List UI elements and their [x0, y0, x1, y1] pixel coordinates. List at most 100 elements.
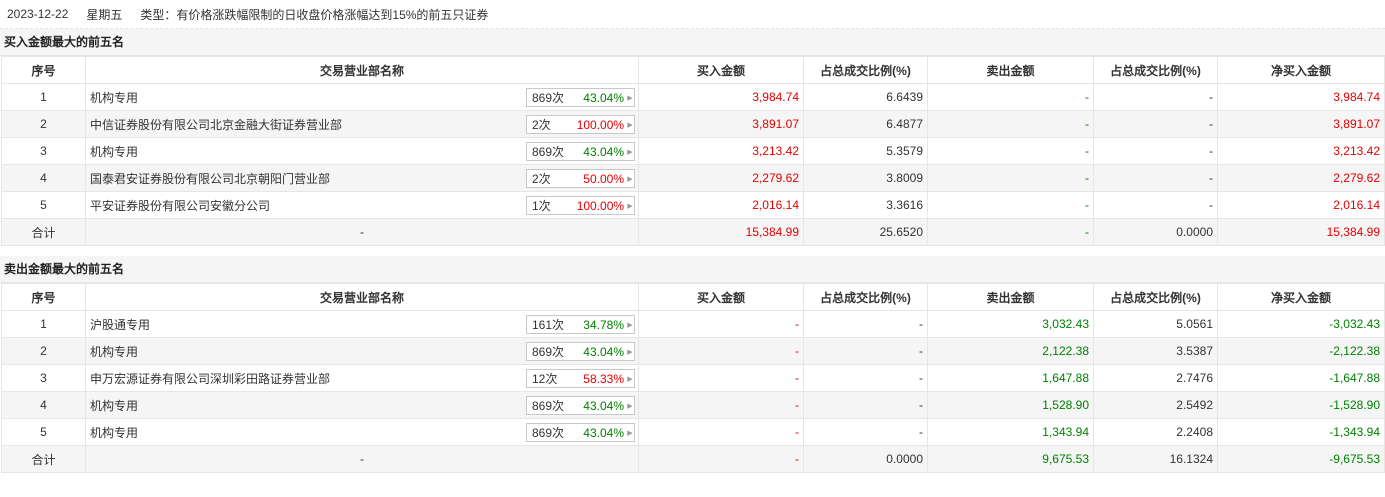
- broker-stats-badge[interactable]: 2次 100.00% ▶: [526, 115, 635, 134]
- listing-count: 1次: [532, 199, 551, 213]
- sell-amount: -: [927, 110, 1094, 138]
- broker-name-cell: 机构专用 869次 43.04% ▶: [85, 137, 639, 165]
- total-sell-amount: 9,675.53: [927, 445, 1094, 473]
- net-buy-amount: -1,647.88: [1217, 364, 1385, 392]
- net-buy-amount: -1,343.94: [1217, 418, 1385, 446]
- caret-right-icon: ▶: [627, 429, 633, 437]
- buy-amount: -: [638, 310, 804, 338]
- buy-amount: 2,279.62: [638, 164, 804, 192]
- broker-stats-badge[interactable]: 869次 43.04% ▶: [526, 342, 635, 361]
- buy-amount: 3,984.74: [638, 83, 804, 111]
- broker-stats-badge[interactable]: 161次 34.78% ▶: [526, 315, 635, 334]
- table-row: 3 机构专用 869次 43.04% ▶ 3,213.42 5.3579- -3,213.42: [1, 137, 1385, 165]
- net-buy-amount: 2,016.14: [1217, 191, 1385, 219]
- sell-amount: 3,032.43: [927, 310, 1094, 338]
- sell-ratio: -: [1093, 137, 1218, 165]
- success-rate: 43.04%: [583, 90, 624, 105]
- listing-count: 12次: [532, 372, 558, 386]
- caret-right-icon: ▶: [627, 348, 633, 356]
- total-row: 合计 - -0.0000 9,675.53 16.1324 -9,675.53: [1, 445, 1385, 473]
- broker-name-link[interactable]: 平安证券股份有限公司安徽分公司: [90, 199, 270, 213]
- buy-amount: 3,213.42: [638, 137, 804, 165]
- broker-stats-badge[interactable]: 12次 58.33% ▶: [526, 369, 635, 388]
- buy-table-header: 序号 交易营业部名称 买入金额 占总成交比例(%) 卖出金额 占总成交比例(%)…: [1, 56, 1385, 84]
- total-net-buy: -9,675.53: [1217, 445, 1385, 473]
- buy-amount: 2,016.14: [638, 191, 804, 219]
- broker-name-link[interactable]: 沪股通专用: [90, 318, 150, 332]
- row-index: 5: [1, 418, 86, 446]
- success-rate: 43.04%: [583, 398, 624, 413]
- col-sell-amount: 卖出金额: [927, 283, 1094, 311]
- broker-name-link[interactable]: 机构专用: [90, 426, 138, 440]
- table-row: 2 机构专用 869次 43.04% ▶ - -2,122.38 3.5387 -2,122.3…: [1, 337, 1385, 365]
- broker-name-link[interactable]: 机构专用: [90, 145, 138, 159]
- broker-name-cell: 国泰君安证券股份有限公司北京朝阳门营业部 2次 50.00% ▶: [85, 164, 639, 192]
- caret-right-icon: ▶: [627, 148, 633, 156]
- total-sell-ratio: 0.0000: [1093, 218, 1218, 246]
- sell-amount: -: [927, 83, 1094, 111]
- col-net-buy: 净买入金额: [1217, 56, 1385, 84]
- broker-name-link[interactable]: 机构专用: [90, 399, 138, 413]
- broker-name-cell: 沪股通专用 161次 34.78% ▶: [85, 310, 639, 338]
- caret-right-icon: ▶: [627, 321, 633, 329]
- buy-amount: -: [638, 418, 804, 446]
- net-buy-amount: 3,213.42: [1217, 137, 1385, 165]
- buy-ratio: 6.6439: [803, 83, 928, 111]
- total-label: 合计: [1, 445, 86, 473]
- trade-date: 2023-12-22: [7, 7, 69, 21]
- col-index: 序号: [1, 56, 86, 84]
- total-net-buy: 15,384.99: [1217, 218, 1385, 246]
- sell-ratio: -: [1093, 164, 1218, 192]
- net-buy-amount: 3,891.07: [1217, 110, 1385, 138]
- broker-stats-badge[interactable]: 869次 43.04% ▶: [526, 142, 635, 161]
- col-sell-ratio: 占总成交比例(%): [1093, 56, 1218, 84]
- broker-stats-badge[interactable]: 869次 43.04% ▶: [526, 423, 635, 442]
- sell-amount: 1,528.90: [927, 391, 1094, 419]
- broker-name-link[interactable]: 机构专用: [90, 91, 138, 105]
- success-rate: 50.00%: [583, 171, 624, 186]
- broker-stats-badge[interactable]: 2次 50.00% ▶: [526, 169, 635, 188]
- total-buy-amount: -: [638, 445, 804, 473]
- broker-name-link[interactable]: 中信证券股份有限公司北京金融大街证券营业部: [90, 118, 342, 132]
- caret-right-icon: ▶: [627, 121, 633, 129]
- row-index: 1: [1, 83, 86, 111]
- broker-name-link[interactable]: 申万宏源证券有限公司深圳彩田路证券营业部: [90, 372, 330, 386]
- net-buy-amount: -2,122.38: [1217, 337, 1385, 365]
- total-buy-amount: 15,384.99: [638, 218, 804, 246]
- success-rate: 100.00%: [576, 117, 625, 132]
- broker-stats-badge[interactable]: 1次 100.00% ▶: [526, 196, 635, 215]
- row-index: 3: [1, 137, 86, 165]
- sell-ratio: -: [1093, 191, 1218, 219]
- total-sell-amount: -: [927, 218, 1094, 246]
- sell-ratio: 3.5387: [1093, 337, 1218, 365]
- col-sell-amount: 卖出金额: [927, 56, 1094, 84]
- buy-ratio: 5.3579: [803, 137, 928, 165]
- info-bar: 2023-12-22 星期五 类型：有价格涨跌幅限制的日收盘价格涨幅达到15%的…: [0, 0, 1385, 29]
- listing-count: 869次: [532, 426, 565, 440]
- buy-amount: -: [638, 391, 804, 419]
- buy-ratio: -: [803, 337, 928, 365]
- broker-name-cell: 机构专用 869次 43.04% ▶: [85, 418, 639, 446]
- broker-stats-badge[interactable]: 869次 43.04% ▶: [526, 88, 635, 107]
- sell-amount: -: [927, 137, 1094, 165]
- broker-name-cell: 机构专用 869次 43.04% ▶: [85, 83, 639, 111]
- listing-count: 869次: [532, 91, 565, 105]
- buy-ratio: -: [803, 310, 928, 338]
- buy-table: 序号 交易营业部名称 买入金额 占总成交比例(%) 卖出金额 占总成交比例(%)…: [1, 56, 1385, 246]
- table-row: 2 中信证券股份有限公司北京金融大街证券营业部 2次 100.00% ▶ 3,891.07…: [1, 110, 1385, 138]
- col-index: 序号: [1, 283, 86, 311]
- listing-count: 2次: [532, 118, 551, 132]
- success-rate: 100.00%: [576, 198, 625, 213]
- buy-amount: 3,891.07: [638, 110, 804, 138]
- caret-right-icon: ▶: [627, 94, 633, 102]
- listing-count: 2次: [532, 172, 551, 186]
- sell-amount: -: [927, 191, 1094, 219]
- col-buy-ratio: 占总成交比例(%): [803, 56, 928, 84]
- broker-name-cell: 机构专用 869次 43.04% ▶: [85, 337, 639, 365]
- broker-stats-badge[interactable]: 869次 43.04% ▶: [526, 396, 635, 415]
- broker-name-link[interactable]: 国泰君安证券股份有限公司北京朝阳门营业部: [90, 172, 330, 186]
- buy-ratio: 3.8009: [803, 164, 928, 192]
- broker-name-link[interactable]: 机构专用: [90, 345, 138, 359]
- buy-section-title: 买入金额最大的前五名: [0, 29, 1385, 56]
- success-rate: 34.78%: [583, 317, 624, 332]
